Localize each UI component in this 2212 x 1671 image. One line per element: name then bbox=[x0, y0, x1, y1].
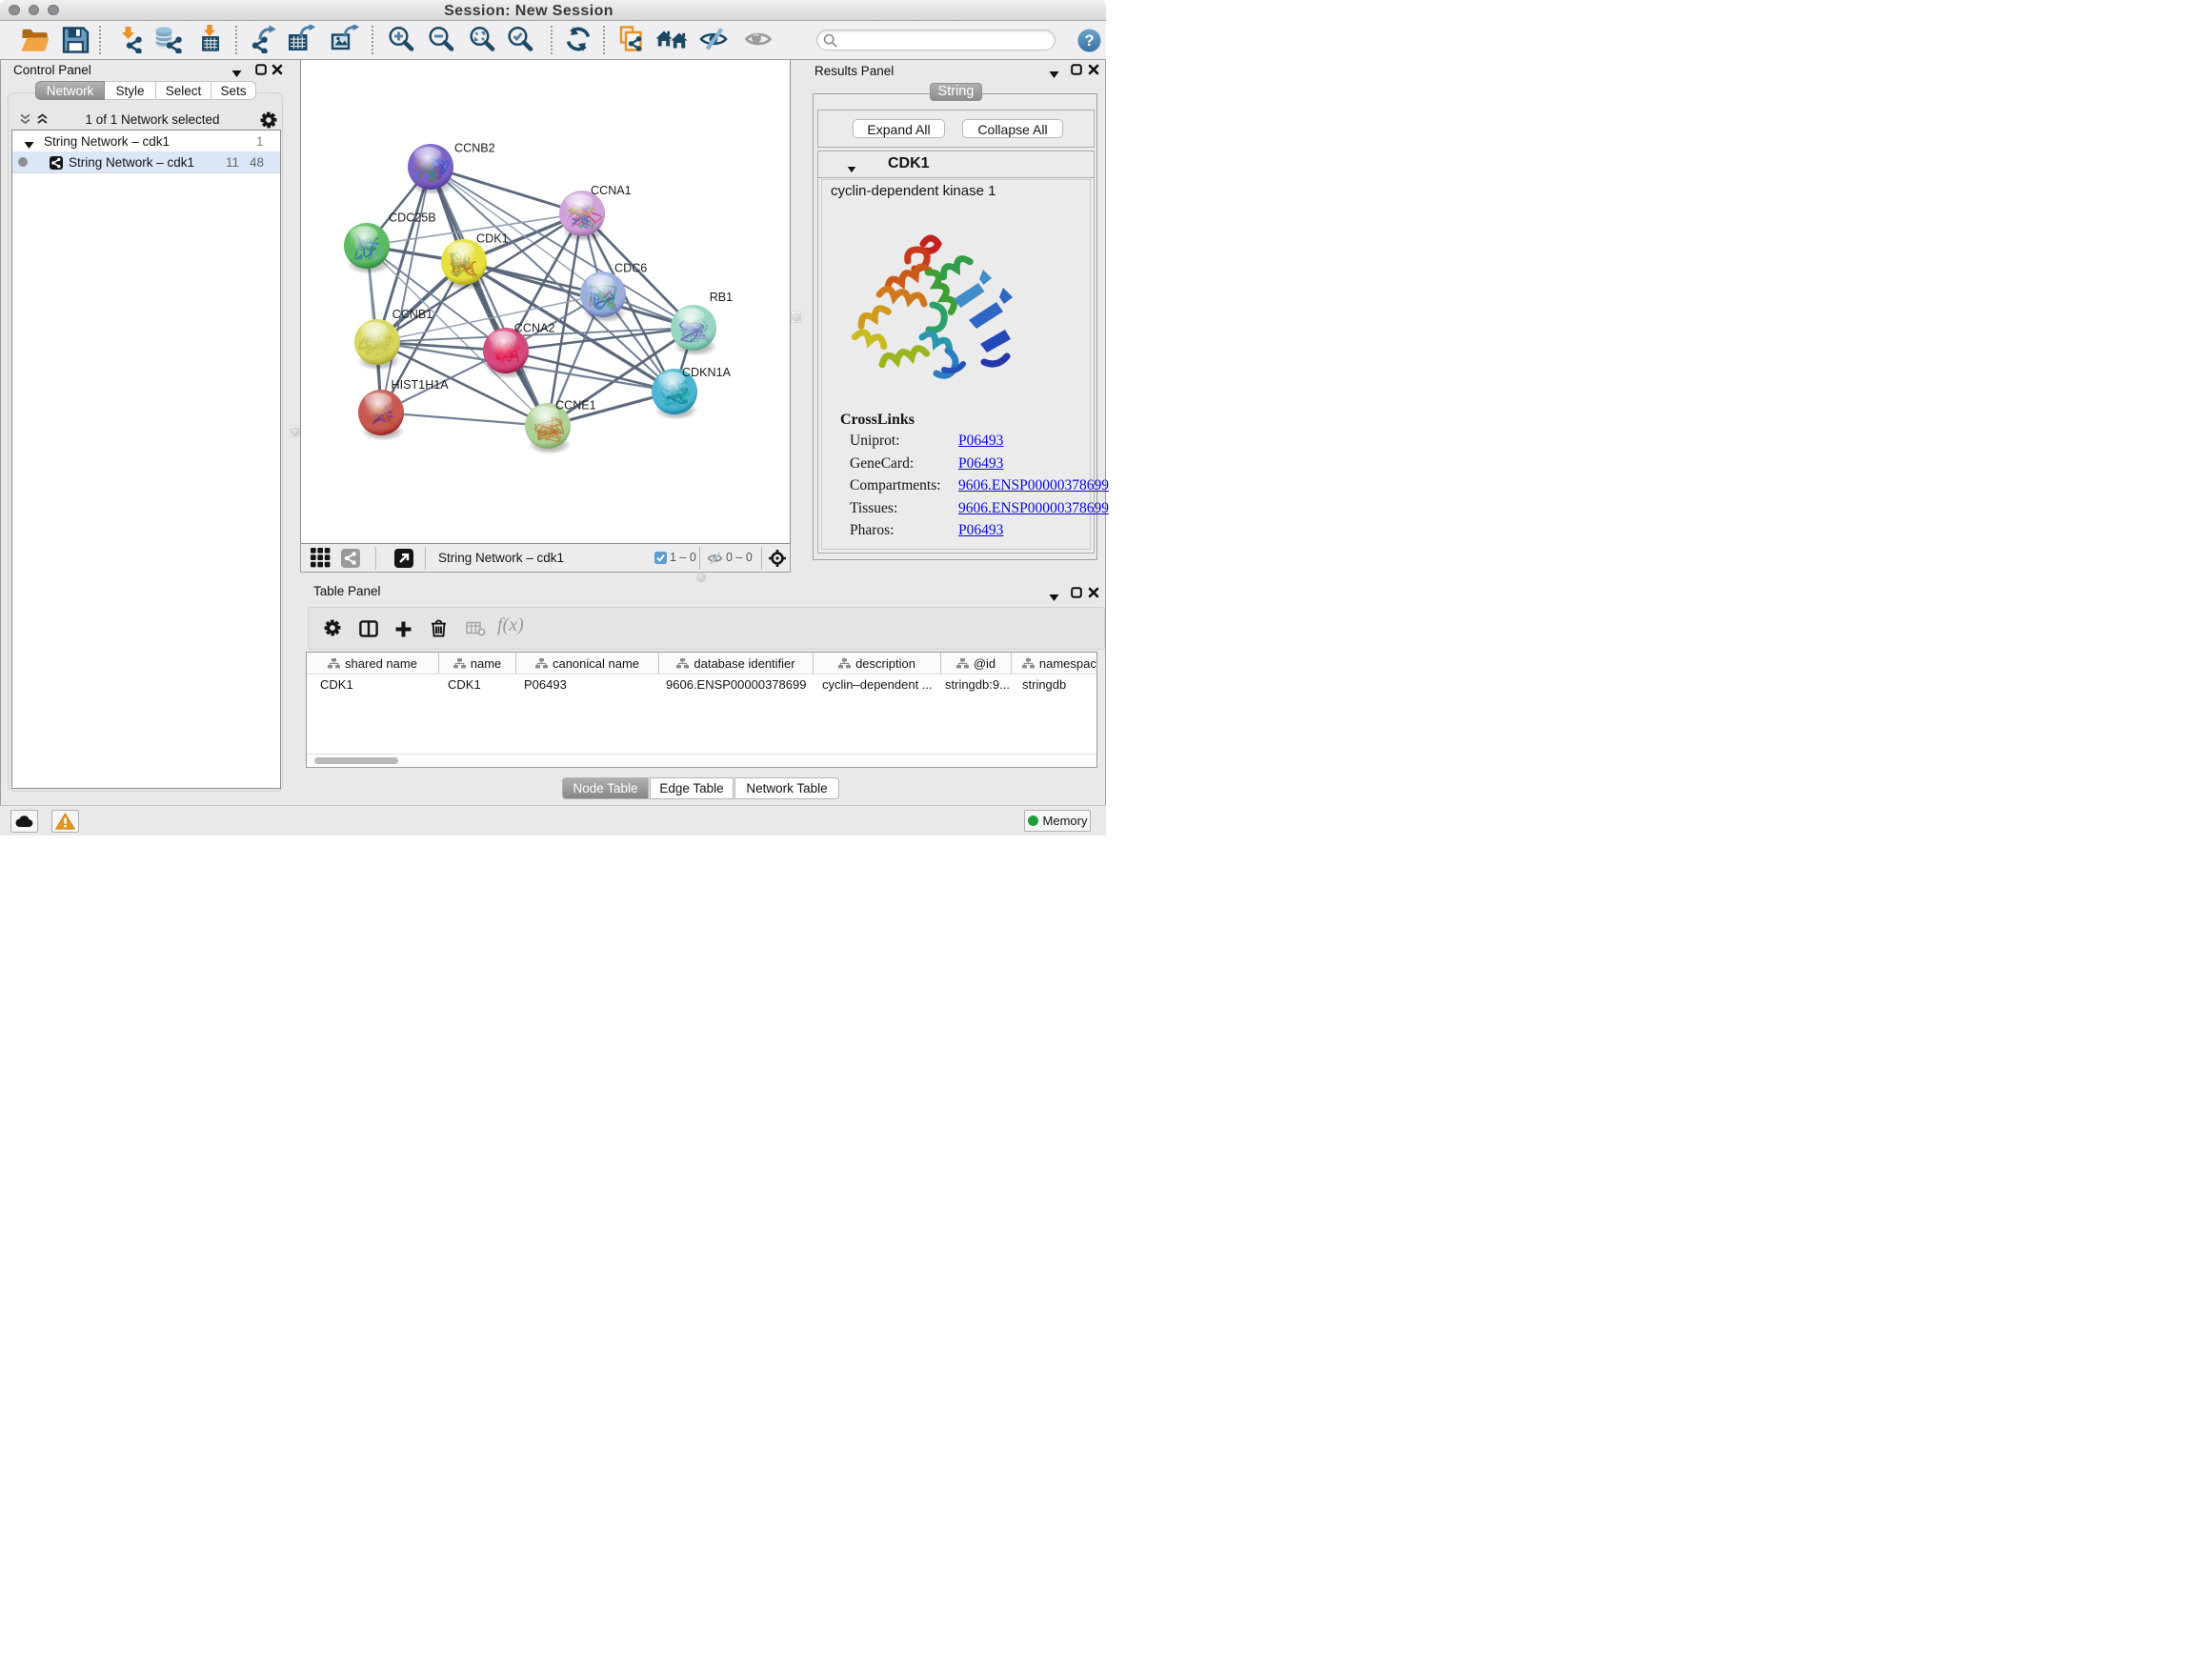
svg-text:CCNB1: CCNB1 bbox=[392, 308, 433, 321]
svg-text:CCNA2: CCNA2 bbox=[514, 321, 555, 334]
svg-text:RB1: RB1 bbox=[710, 291, 734, 304]
svg-text:CDC6: CDC6 bbox=[614, 262, 647, 275]
svg-text:CCNB2: CCNB2 bbox=[454, 141, 495, 154]
svg-text:CDKN1A: CDKN1A bbox=[682, 366, 732, 379]
svg-text:?: ? bbox=[1084, 32, 1094, 50]
svg-text:CCNE1: CCNE1 bbox=[555, 399, 596, 413]
svg-text:CCNA1: CCNA1 bbox=[591, 184, 632, 197]
svg-text:CDK1: CDK1 bbox=[476, 232, 509, 246]
svg-text:CDC25B: CDC25B bbox=[389, 211, 436, 224]
svg-text:HIST1H1A: HIST1H1A bbox=[392, 378, 450, 392]
